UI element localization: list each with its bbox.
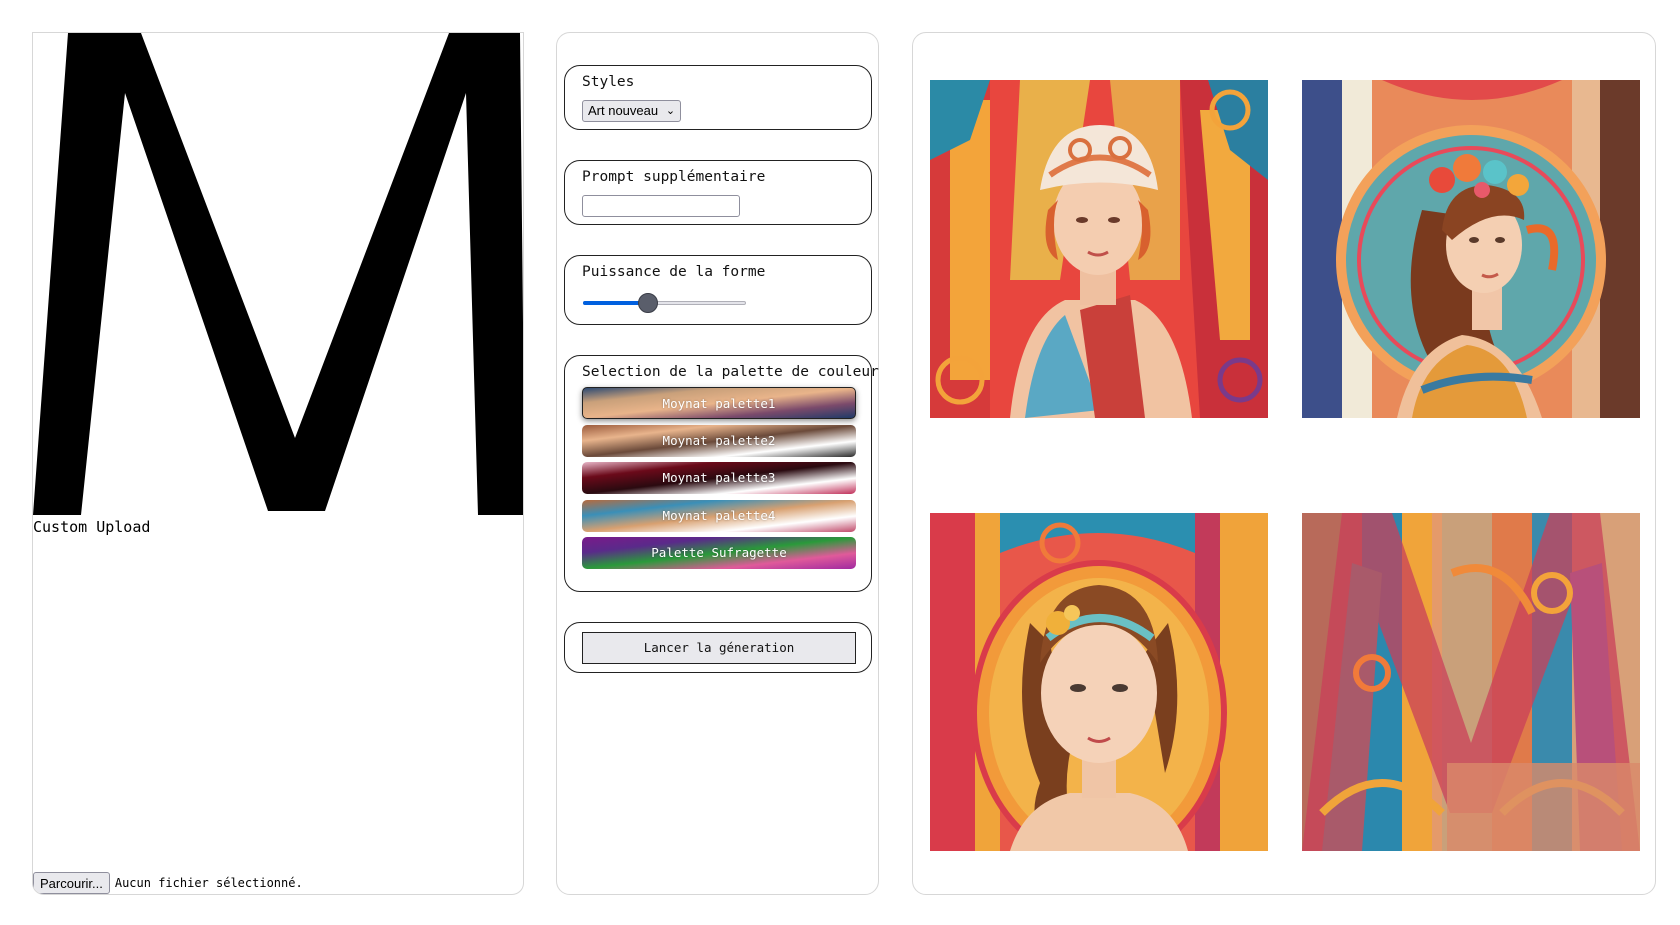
palette-button-3[interactable]: Moynat palette3 <box>582 462 856 494</box>
palette-title: Selection de la palette de couleur <box>582 364 879 380</box>
styles-selected-value: Art nouveau <box>588 103 659 118</box>
force-slider[interactable] <box>583 291 746 315</box>
result-image-4[interactable] <box>1302 513 1640 851</box>
palette-button-1[interactable]: Moynat palette1 <box>582 387 856 419</box>
generate-button[interactable]: Lancer la géneration <box>582 632 856 664</box>
shape-preview-image <box>33 33 523 518</box>
force-title: Puissance de la forme <box>582 264 766 280</box>
custom-upload-label: Custom Upload <box>33 518 151 536</box>
file-status-text: Aucun fichier sélectionné. <box>114 876 303 890</box>
prompt-card: Prompt supplémentaire <box>564 160 872 225</box>
result-image-3[interactable] <box>930 513 1268 851</box>
palette-button-5[interactable]: Palette Sufragette <box>582 537 856 569</box>
results-panel <box>912 32 1656 895</box>
styles-card: Styles Art nouveau ⌄ <box>564 65 872 130</box>
force-card: Puissance de la forme <box>564 255 872 325</box>
prompt-title: Prompt supplémentaire <box>582 169 766 185</box>
file-input-row: Parcourir... Aucun fichier sélectionné. <box>33 872 303 894</box>
slider-thumb[interactable] <box>638 293 658 313</box>
chevron-down-icon: ⌄ <box>665 105 676 117</box>
styles-title: Styles <box>582 74 635 90</box>
result-image-2[interactable] <box>1302 80 1640 418</box>
controls-panel: Styles Art nouveau ⌄ Prompt supplémentai… <box>556 32 879 895</box>
shape-upload-panel: Custom Upload Parcourir... Aucun fichier… <box>32 32 524 895</box>
generate-card: Lancer la géneration <box>564 622 872 673</box>
palette-button-2[interactable]: Moynat palette2 <box>582 424 856 457</box>
prompt-input[interactable] <box>582 195 740 217</box>
palette-card: Selection de la palette de couleur Moyna… <box>564 355 879 592</box>
styles-select[interactable]: Art nouveau ⌄ <box>582 100 682 122</box>
browse-file-button[interactable]: Parcourir... <box>33 872 110 894</box>
result-image-1[interactable] <box>930 80 1268 418</box>
palette-button-4[interactable]: Moynat palette4 <box>582 499 856 532</box>
